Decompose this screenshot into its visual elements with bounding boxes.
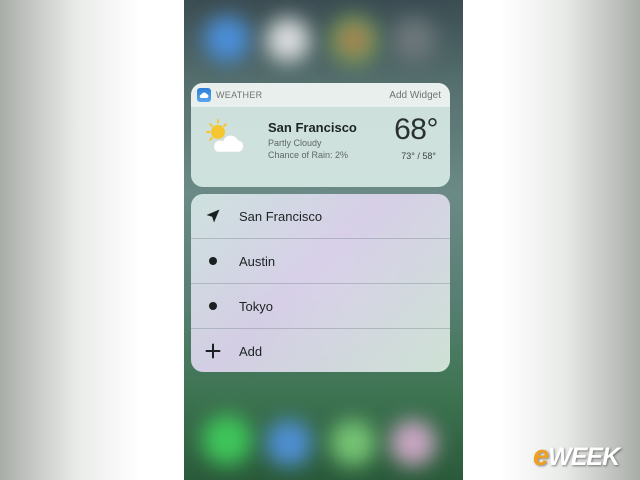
widget-body: San Francisco Partly Cloudy Chance of Ra… [191, 107, 450, 187]
location-arrow-icon [203, 206, 223, 226]
widget-rain-chance: Chance of Rain: 2% [268, 150, 349, 160]
widget-temperature: 68° [394, 113, 438, 146]
dot-icon [203, 296, 223, 316]
add-widget-button[interactable]: Add Widget [389, 90, 441, 101]
widget-header: WEATHER Add Widget [191, 83, 450, 107]
eweek-logo: eWEEK [533, 440, 620, 472]
weather-widget[interactable]: WEATHER Add Widget San Francisco Partly … [191, 83, 450, 187]
weather-app-icon [197, 88, 211, 102]
menu-item-san-francisco[interactable]: San Francisco [191, 194, 450, 239]
menu-item-tokyo[interactable]: Tokyo [191, 284, 450, 329]
menu-item-add[interactable]: Add [191, 329, 450, 372]
widget-city: San Francisco [268, 120, 357, 135]
menu-item-label: Add [239, 343, 263, 359]
blurred-app-icon [266, 18, 310, 62]
location-menu: San Francisco Austin Tokyo Add [191, 194, 450, 372]
blurred-app-icon [392, 18, 436, 62]
blurred-dock-icon [266, 420, 312, 466]
blurred-dock-icon [202, 415, 252, 465]
blurred-app-icon [330, 16, 378, 64]
blurred-app-icon [204, 16, 250, 62]
menu-item-label: San Francisco [239, 208, 323, 224]
widget-app-name: WEATHER [216, 90, 263, 100]
widget-temp-range: 73° / 58° [401, 151, 436, 161]
blurred-dock-icon [390, 420, 436, 466]
dot-icon [203, 251, 223, 271]
plus-icon [203, 341, 223, 361]
menu-item-austin[interactable]: Austin [191, 239, 450, 284]
widget-condition: Partly Cloudy [268, 138, 322, 148]
menu-item-label: Tokyo [239, 298, 273, 314]
blurred-dock-icon [330, 420, 376, 466]
menu-item-label: Austin [239, 253, 276, 269]
partly-cloudy-icon [203, 118, 247, 161]
